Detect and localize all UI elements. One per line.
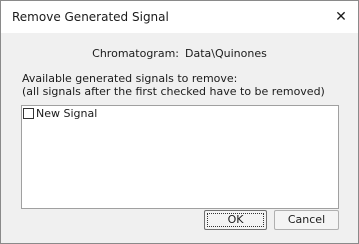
chromatogram-value: Data\Quinones [185, 47, 267, 60]
instructions-line-2: (all signals after the first checked hav… [22, 85, 325, 98]
ok-button[interactable]: OK [204, 210, 267, 230]
instructions-line-1: Available generated signals to remove: [22, 72, 238, 85]
dialog-title: Remove Generated Signal [12, 10, 169, 24]
signal-list[interactable]: New Signal [21, 105, 339, 209]
close-button[interactable]: ✕ [324, 1, 358, 33]
remove-generated-signal-dialog: Remove Generated Signal ✕ Chromatogram: D… [0, 0, 359, 244]
close-icon: ✕ [335, 9, 347, 25]
chromatogram-info: Chromatogram: Data\Quinones [1, 47, 358, 60]
chromatogram-label: Chromatogram: [92, 47, 179, 60]
signal-label: New Signal [36, 107, 98, 120]
cancel-button[interactable]: Cancel [274, 210, 339, 230]
focus-rectangle [207, 213, 264, 227]
instructions: Available generated signals to remove: (… [22, 72, 325, 98]
list-item-new-signal[interactable]: New Signal [23, 107, 97, 120]
title-bar: Remove Generated Signal ✕ [1, 1, 358, 33]
signal-checkbox[interactable] [23, 108, 34, 119]
cancel-button-label: Cancel [287, 213, 326, 226]
